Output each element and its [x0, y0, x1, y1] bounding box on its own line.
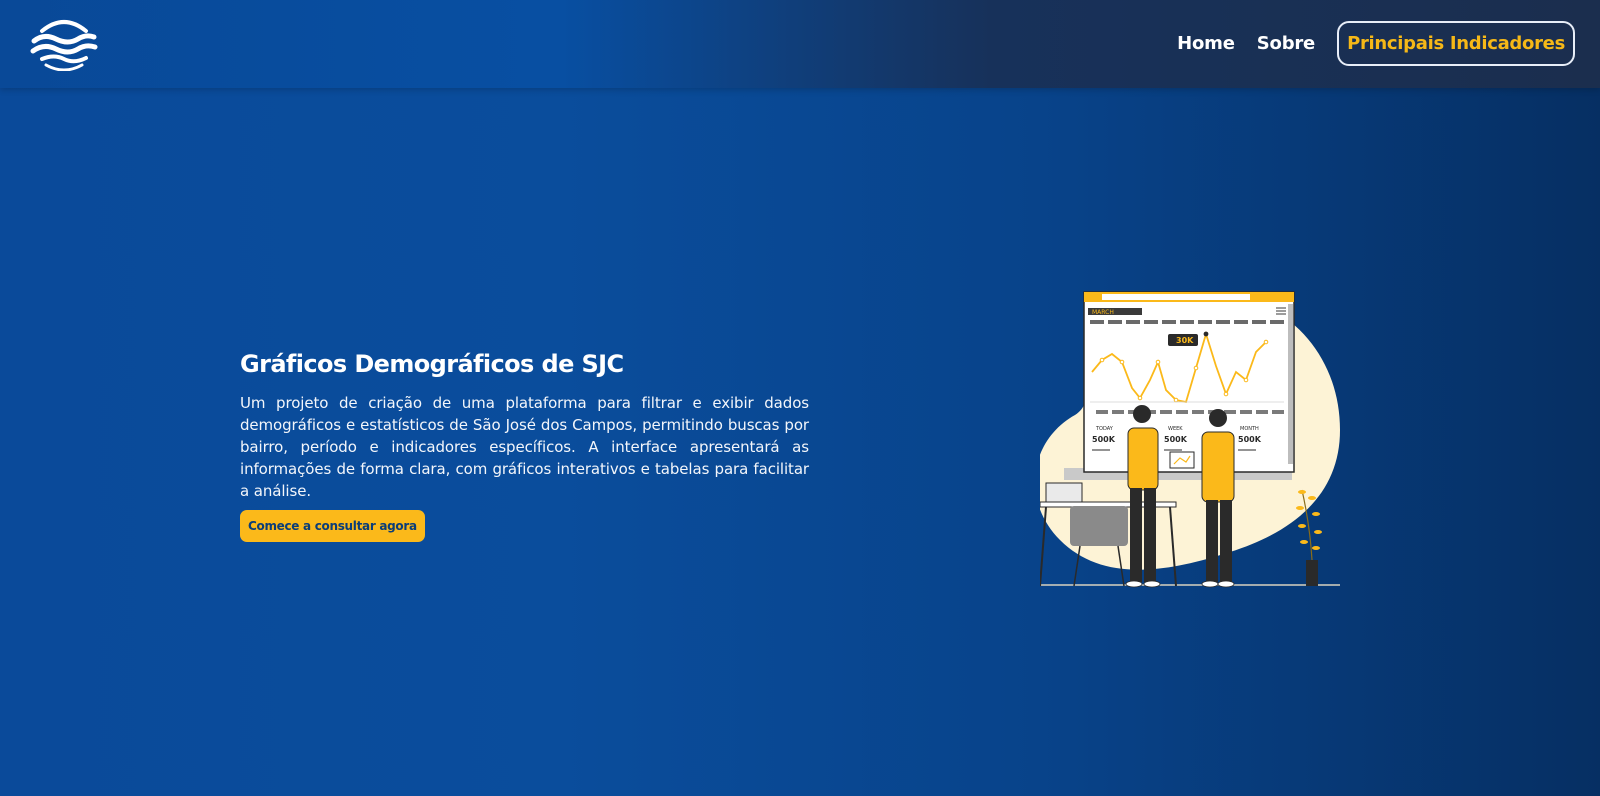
peak-label: 30K — [1176, 336, 1194, 345]
stat-value-today: 500K — [1092, 435, 1116, 444]
hero-description: Um projeto de criação de uma plataforma … — [240, 394, 809, 500]
hero-title: Gráficos Demográficos de SJC — [240, 350, 624, 378]
peak-point — [1203, 331, 1209, 337]
month-label: MARCH — [1092, 309, 1114, 316]
principais-indicadores-button[interactable]: Principais Indicadores — [1337, 21, 1575, 66]
navbar: Home Sobre Principais Indicadores — [0, 0, 1600, 88]
laptop-icon — [1045, 482, 1083, 503]
nav-link-sobre[interactable]: Sobre — [1257, 33, 1316, 54]
stat-value-month: 500K — [1238, 435, 1262, 444]
stat-period-today: TODAY — [1095, 426, 1114, 432]
nav-link-home[interactable]: Home — [1177, 33, 1235, 54]
chair — [1070, 506, 1128, 546]
nav-links: Home Sobre Principais Indicadores — [1177, 21, 1575, 66]
people-analyzing-dashboard-illustration: MARCH 30K TODAY 500K WEEK 500K MONTH 500… — [1040, 291, 1340, 588]
hero-section: Gráficos Demográficos de SJC Um projeto … — [240, 348, 809, 542]
start-consulting-button[interactable]: Comece a consultar agora — [240, 510, 425, 542]
stat-period-month: MONTH — [1240, 426, 1259, 432]
stat-value-week: 500K — [1164, 435, 1188, 444]
waves-logo-icon[interactable] — [30, 17, 98, 71]
stat-period-week: WEEK — [1168, 426, 1183, 432]
